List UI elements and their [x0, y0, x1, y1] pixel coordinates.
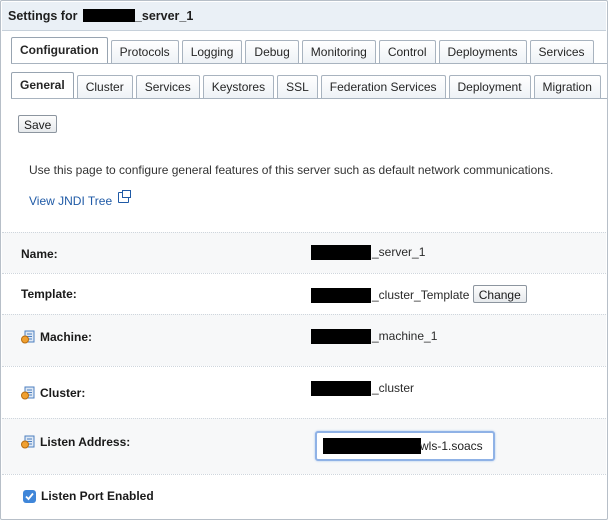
config-help-icon[interactable] [21, 330, 35, 344]
jndi-link-label: View JNDI Tree [29, 194, 113, 208]
template-label: Template: [21, 287, 77, 301]
subtab-cluster[interactable]: Cluster [76, 75, 133, 98]
cluster-label: Cluster: [40, 386, 86, 400]
subtab-deployment[interactable]: Deployment [448, 75, 531, 98]
name-label: Name: [21, 247, 58, 261]
tab-logging[interactable]: Logging [181, 40, 243, 63]
redaction-block [323, 438, 421, 454]
machine-row: Machine: _machine_1 [2, 314, 606, 367]
external-link-icon [118, 190, 132, 203]
page-title: Settings for _server_1 [2, 2, 606, 31]
cluster-label-wrap: Cluster: [21, 386, 85, 400]
cluster-value-text: _cluster [372, 381, 415, 395]
tab-protocols[interactable]: Protocols [110, 40, 179, 63]
cluster-row: Cluster: _cluster [2, 366, 606, 419]
intro-text: Use this page to configure general featu… [29, 163, 554, 177]
listen-port-enabled-checkbox[interactable] [23, 490, 36, 503]
listen-address-label: Listen Address: [40, 435, 131, 449]
listen-port-enabled-label: Listen Port Enabled [41, 489, 154, 503]
tab-services[interactable]: Services [529, 40, 594, 63]
config-help-icon[interactable] [21, 386, 35, 400]
title-suffix: _server_1 [134, 9, 194, 23]
machine-value-text: _machine_1 [372, 329, 438, 343]
config-help-icon[interactable] [21, 435, 35, 449]
tab-debug[interactable]: Debug [245, 40, 299, 63]
change-template-button[interactable]: Change [472, 285, 527, 303]
redaction-block [82, 9, 135, 23]
listen-address-label-wrap: Listen Address: [21, 435, 130, 449]
template-value: _cluster_Template Change [311, 285, 527, 304]
tab-configuration[interactable]: Configuration [11, 37, 108, 63]
tab-monitoring[interactable]: Monitoring [301, 40, 376, 63]
checkbox-check-icon [25, 492, 34, 501]
view-jndi-tree-link[interactable]: View JNDI Tree [29, 190, 132, 208]
subtab-migration[interactable]: Migration [533, 75, 601, 98]
primary-tab-bar: Configuration Protocols Logging Debug Mo… [11, 37, 607, 63]
template-value-text: _cluster_Template [372, 288, 470, 302]
subtab-services[interactable]: Services [135, 75, 200, 98]
redaction-block [311, 329, 371, 345]
save-button[interactable]: Save [18, 115, 58, 133]
cluster-value: _cluster [311, 381, 415, 397]
template-row: Template: _cluster_Template Change [2, 273, 606, 315]
subtab-ssl[interactable]: SSL [277, 75, 318, 98]
redaction-block [311, 381, 371, 397]
redaction-block [311, 288, 371, 304]
primary-tab-divider [11, 63, 607, 64]
listen-address-input[interactable]: wls-1.soacs [315, 431, 495, 461]
listen-address-row: Listen Address: [2, 418, 606, 475]
subtab-general[interactable]: General [11, 72, 74, 98]
secondary-tab-bar: General Cluster Services Keystores SSL F… [11, 72, 607, 98]
name-row: Name: _server_1 [2, 232, 606, 274]
machine-value: _machine_1 [311, 329, 438, 345]
listen-address-value: wls-1.soacs [420, 439, 483, 453]
secondary-tab-divider [11, 98, 607, 99]
settings-panel: Settings for _server_1 Configuration Pro… [0, 0, 608, 520]
name-value: _server_1 [311, 245, 426, 261]
title-prefix: Settings for [8, 9, 81, 23]
machine-label-wrap: Machine: [21, 330, 92, 344]
name-value-text: _server_1 [372, 245, 426, 259]
tab-control[interactable]: Control [378, 40, 436, 63]
redaction-block [311, 245, 371, 261]
machine-label: Machine: [40, 330, 93, 344]
subtab-federation-services[interactable]: Federation Services [320, 75, 446, 98]
tab-deployments[interactable]: Deployments [438, 40, 527, 63]
subtab-keystores[interactable]: Keystores [202, 75, 275, 98]
